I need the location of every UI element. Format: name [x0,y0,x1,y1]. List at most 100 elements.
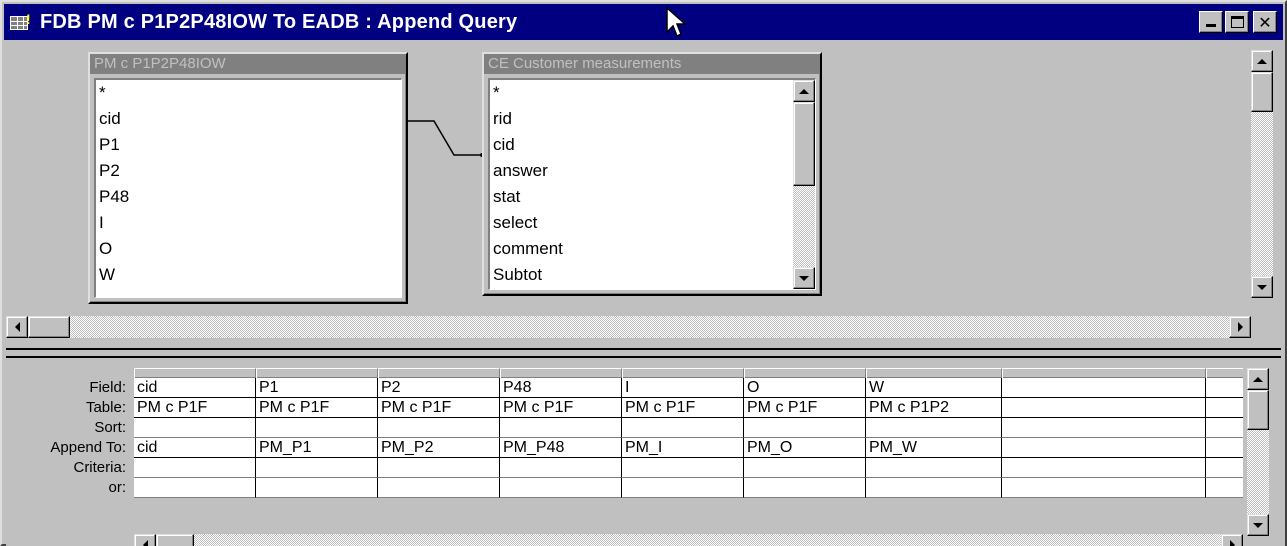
grid-cell[interactable] [1002,458,1206,478]
field-list-ce-customer[interactable]: CE Customer measurements * rid cid answe… [482,52,822,296]
maximize-button[interactable] [1225,11,1249,33]
grid-cell[interactable] [744,458,866,478]
grid-cell[interactable]: PM c P1F [256,398,378,418]
grid-cell[interactable] [256,458,378,478]
grid-cell[interactable] [1206,478,1243,498]
grid-cell[interactable]: PM c P1F [744,398,866,418]
scroll-down-button[interactable] [1247,514,1269,536]
field-item[interactable]: P48 [96,184,401,210]
grid-cell[interactable]: O [744,378,866,398]
grid-cell[interactable] [1206,398,1243,418]
field-item[interactable]: * [490,80,789,106]
field-item[interactable]: W [96,262,401,288]
field-item[interactable]: P1 [96,132,401,158]
column-selector[interactable] [378,368,500,378]
scroll-left-button[interactable] [134,534,156,546]
scroll-right-button[interactable] [1229,316,1251,338]
grid-cell[interactable]: PM c P1F [134,398,256,418]
column-selector[interactable] [622,368,744,378]
grid-cell[interactable] [134,478,256,498]
grid-cell[interactable] [1206,438,1243,458]
query-design-grid[interactable]: cid P1 P2 P48 I O W PM c P1F PM c P1F PM… [134,368,1243,536]
grid-cell[interactable] [622,458,744,478]
grid-cell[interactable] [256,478,378,498]
field-list-body[interactable]: * rid cid answer stat select comment Sub… [488,78,816,290]
table-pane-vscrollbar[interactable] [1251,50,1273,298]
grid-vscrollbar[interactable] [1247,368,1269,536]
grid-cell[interactable] [1206,378,1243,398]
field-list-pm-c[interactable]: PM c P1P2P48IOW * cid P1 P2 P48 I O W [88,52,408,304]
grid-cell[interactable] [866,418,1002,438]
table-pane-hscrollbar[interactable] [6,316,1251,338]
field-item[interactable]: stat [490,184,789,210]
grid-cell[interactable] [1206,418,1243,438]
grid-cell[interactable] [378,458,500,478]
field-item[interactable]: cid [96,106,401,132]
grid-cell[interactable] [1002,378,1206,398]
grid-cell[interactable]: P48 [500,378,622,398]
scroll-left-button[interactable] [6,316,28,338]
field-item[interactable]: Subtot [490,262,789,288]
column-selector[interactable] [1206,368,1243,378]
grid-cell[interactable]: PM c P1F [500,398,622,418]
grid-cell[interactable] [378,418,500,438]
grid-cell[interactable] [866,478,1002,498]
scroll-down-button[interactable] [793,267,815,289]
grid-cell[interactable]: PM c P1F [378,398,500,418]
grid-cell[interactable] [622,418,744,438]
grid-cell[interactable] [744,418,866,438]
field-item[interactable]: answer [490,158,789,184]
field-item[interactable]: O [96,236,401,262]
field-item[interactable]: P2 [96,158,401,184]
field-item[interactable]: comment [490,236,789,262]
grid-cell[interactable]: PM c P1P2 [866,398,1002,418]
field-list-title[interactable]: CE Customer measurements [484,54,820,74]
grid-cell[interactable] [866,458,1002,478]
scroll-thumb[interactable] [1247,390,1269,430]
scroll-up-button[interactable] [793,80,815,102]
minimize-button[interactable] [1199,11,1223,33]
pane-splitter[interactable] [6,348,1281,358]
grid-cell[interactable]: PM_P1 [256,438,378,458]
column-selector[interactable] [1002,368,1206,378]
grid-hscrollbar[interactable] [134,534,1243,546]
grid-cell[interactable] [134,418,256,438]
column-selector[interactable] [866,368,1002,378]
scroll-thumb[interactable] [28,316,70,338]
grid-cell[interactable] [1206,458,1243,478]
title-bar[interactable]: ! FDB PM c P1P2P48IOW To EADB : Append Q… [4,4,1283,40]
scroll-down-button[interactable] [1251,276,1273,298]
field-list-scrollbar[interactable] [793,80,815,289]
column-selector[interactable] [256,368,378,378]
grid-cell[interactable] [500,458,622,478]
field-item[interactable]: select [490,210,789,236]
field-item[interactable]: I [96,210,401,236]
field-item[interactable]: * [96,80,401,106]
close-button[interactable]: ✕ [1253,11,1277,33]
scroll-thumb[interactable] [793,102,815,186]
scroll-thumb[interactable] [156,534,194,546]
grid-cell[interactable]: PM_W [866,438,1002,458]
grid-cell[interactable] [744,478,866,498]
grid-cell[interactable]: PM_P48 [500,438,622,458]
grid-cell[interactable]: PM_I [622,438,744,458]
grid-cell[interactable] [256,418,378,438]
grid-cell[interactable]: P2 [378,378,500,398]
grid-cell[interactable] [134,458,256,478]
grid-cell[interactable]: W [866,378,1002,398]
grid-cell[interactable]: P1 [256,378,378,398]
field-list-body[interactable]: * cid P1 P2 P48 I O W [94,78,402,298]
field-list-title[interactable]: PM c P1P2P48IOW [90,54,406,74]
grid-cell[interactable]: cid [134,438,256,458]
grid-cell[interactable] [500,478,622,498]
grid-cell[interactable]: I [622,378,744,398]
grid-cell[interactable] [1002,438,1206,458]
column-selector[interactable] [134,368,256,378]
grid-cell[interactable]: PM_P2 [378,438,500,458]
grid-cell[interactable]: PM_O [744,438,866,458]
grid-cell[interactable]: PM c P1F [622,398,744,418]
scroll-right-button[interactable] [1221,534,1243,546]
grid-cell[interactable]: cid [134,378,256,398]
scroll-up-button[interactable] [1251,50,1273,72]
grid-cell[interactable] [1002,478,1206,498]
